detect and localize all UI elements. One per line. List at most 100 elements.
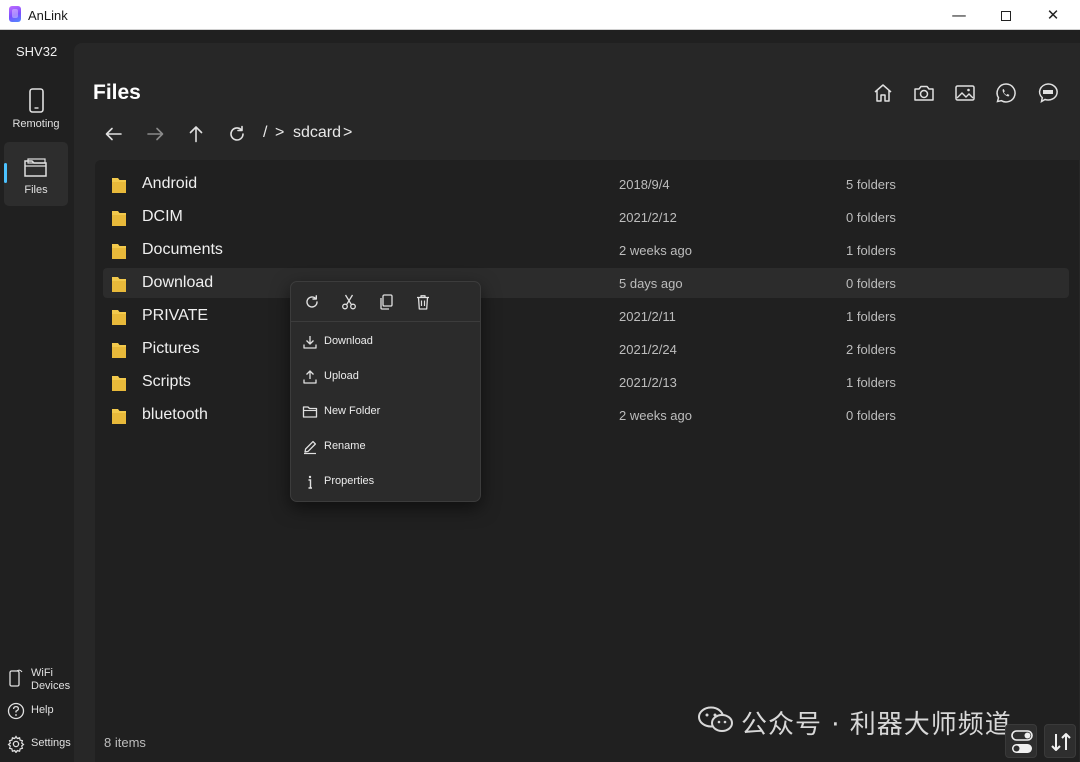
file-date: 2021/2/11: [619, 309, 676, 324]
back-arrow-icon[interactable]: [103, 123, 125, 145]
whatsapp-icon[interactable]: [994, 81, 1018, 105]
file-count: 1 folders: [846, 309, 896, 324]
wechat-logo-icon: [698, 706, 733, 732]
nav-item-remoting[interactable]: Remoting: [4, 81, 68, 145]
nav-item-help[interactable]: Help: [7, 698, 73, 726]
file-date: 5 days ago: [619, 276, 683, 291]
file-date: 2021/2/13: [619, 375, 677, 390]
home-icon[interactable]: [871, 81, 895, 105]
copy-icon[interactable]: [377, 293, 395, 311]
file-name: Download: [142, 274, 214, 291]
table-row[interactable]: Android 2018/9/4 5 folders: [103, 169, 1069, 199]
line-icon[interactable]: [1036, 81, 1060, 105]
file-count: 0 folders: [846, 210, 896, 225]
page-title: Files: [93, 81, 141, 104]
file-list: Android 2018/9/4 5 folders DCIM 2021/2/1…: [95, 160, 1079, 762]
app-logo-icon: [9, 6, 21, 22]
sort-button[interactable]: [1044, 724, 1076, 758]
rename-icon: [304, 440, 317, 455]
folder-icon: [112, 277, 126, 292]
folder-icon: [112, 409, 126, 424]
file-name: PRIVATE: [142, 307, 209, 324]
file-date: 2021/2/24: [619, 342, 677, 357]
menu-item-label: Rename: [324, 440, 366, 452]
table-row[interactable]: Download 5 days ago 0 folders: [103, 268, 1069, 298]
file-date: 2018/9/4: [619, 177, 670, 192]
file-count: 5 folders: [846, 177, 896, 192]
file-date: 2021/2/12: [619, 210, 677, 225]
nav-item-wifi-devices[interactable]: WiFi Devices: [7, 664, 73, 692]
item-count-status: 8 items: [104, 735, 146, 750]
menu-item-label: Properties: [324, 475, 375, 487]
device-name: SHV32: [16, 44, 58, 59]
table-row[interactable]: Scripts 2021/2/13 1 folders: [103, 367, 1069, 397]
path-separator: >: [343, 124, 353, 141]
main-panel: Files / > sdcard > Android 2018/9/4 5 fo…: [74, 43, 1080, 762]
camera-icon[interactable]: [912, 81, 936, 105]
table-row[interactable]: DCIM 2021/2/12 0 folders: [103, 202, 1069, 232]
folder-icon: [112, 211, 126, 226]
folder-icon: [24, 158, 47, 177]
menu-item-new-folder[interactable]: New Folder: [295, 397, 476, 427]
refresh-icon[interactable]: [303, 293, 321, 311]
file-name: DCIM: [142, 208, 183, 225]
menu-item-label: Download: [324, 335, 373, 347]
file-count: 2 folders: [846, 342, 896, 357]
title-bar: AnLink — ✕: [0, 0, 1080, 30]
wifi-label-line1: WiFi: [31, 667, 53, 679]
path-segment-sdcard[interactable]: sdcard: [293, 124, 341, 142]
file-name: Android: [142, 175, 198, 192]
nav-label-files: Files: [24, 184, 48, 196]
settings-label: Settings: [31, 737, 71, 749]
folder-icon: [112, 343, 126, 358]
up-arrow-icon[interactable]: [185, 123, 207, 145]
nav-label-remoting: Remoting: [12, 118, 60, 130]
context-menu: Download Upload New Folder Rename Proper…: [290, 281, 481, 502]
file-count: 1 folders: [846, 243, 896, 258]
folder-icon: [112, 244, 126, 259]
info-icon: [308, 475, 312, 489]
folder-icon: [112, 310, 126, 325]
path-root[interactable]: /: [263, 124, 267, 142]
refresh-icon[interactable]: [226, 123, 248, 145]
context-quick-actions: [291, 282, 480, 322]
maximize-button[interactable]: [983, 0, 1029, 30]
sidebar: SHV32 Remoting Files WiFi Devices Help S…: [0, 31, 74, 762]
file-name: Scripts: [142, 373, 191, 390]
nav-item-files[interactable]: Files: [4, 142, 68, 206]
minimize-button[interactable]: —: [936, 0, 982, 30]
watermark-text: 公众号 · 利器大师频道: [741, 710, 1012, 740]
table-row[interactable]: Documents 2 weeks ago 1 folders: [103, 235, 1069, 265]
maximize-icon: [1001, 10, 1011, 21]
table-row[interactable]: Pictures 2021/2/24 2 folders: [103, 334, 1069, 364]
delete-icon[interactable]: [414, 293, 432, 311]
file-date: 2 weeks ago: [619, 243, 692, 258]
view-toggle-button[interactable]: [1005, 724, 1037, 758]
new-folder-icon: [302, 406, 318, 418]
cut-icon[interactable]: [340, 293, 358, 311]
forward-arrow-icon[interactable]: [144, 123, 166, 145]
menu-item-properties[interactable]: Properties: [295, 467, 476, 497]
menu-item-upload[interactable]: Upload: [295, 362, 476, 392]
table-row[interactable]: bluetooth 2 weeks ago 0 folders: [103, 400, 1069, 430]
wifi-label-line2: Devices: [31, 680, 71, 692]
phone-wifi-icon: [9, 669, 23, 687]
active-indicator: [4, 163, 7, 183]
file-name: bluetooth: [142, 406, 208, 423]
folder-icon: [112, 376, 126, 391]
download-icon: [303, 336, 317, 349]
menu-item-rename[interactable]: Rename: [295, 432, 476, 462]
nav-item-settings[interactable]: Settings: [7, 731, 73, 759]
toggle-icon: [1011, 730, 1033, 753]
menu-item-label: New Folder: [324, 405, 381, 417]
phone-icon: [29, 88, 44, 113]
file-count: 1 folders: [846, 375, 896, 390]
sort-arrows-icon: [1051, 733, 1071, 751]
close-button[interactable]: ✕: [1030, 0, 1076, 30]
menu-item-label: Upload: [324, 370, 359, 382]
menu-item-download[interactable]: Download: [295, 327, 476, 357]
table-row[interactable]: PRIVATE 2021/2/11 1 folders: [103, 301, 1069, 331]
image-icon[interactable]: [953, 81, 977, 105]
folder-icon: [112, 178, 126, 193]
file-count: 0 folders: [846, 276, 896, 291]
